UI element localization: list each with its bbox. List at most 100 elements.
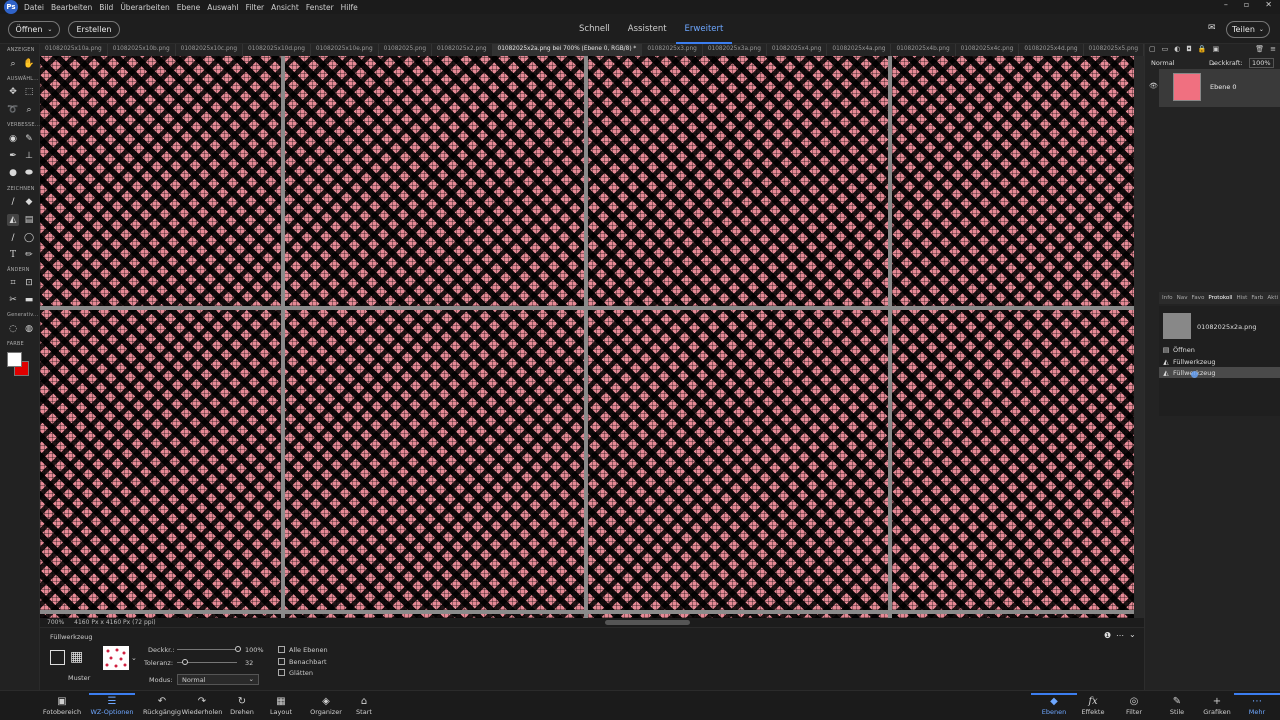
new-group-icon[interactable]: ▭ [1162, 45, 1169, 55]
spot-healing-icon[interactable]: ✎ [23, 133, 35, 145]
menu-filter[interactable]: Filter [246, 3, 265, 12]
clone-icon[interactable]: ✒ [7, 150, 19, 162]
doc-tab[interactable]: 01082025x2.png [432, 44, 493, 56]
doc-tab-active[interactable]: 01082025x2a.png bei 700% (Ebene 0, RGB/8… [492, 44, 643, 56]
blur-icon[interactable]: ● [7, 167, 19, 179]
opacity-value[interactable]: 100% [245, 646, 264, 654]
shape-icon[interactable]: ◯ [23, 232, 35, 244]
minimize-button[interactable]: – [1224, 0, 1228, 9]
home-button[interactable]: ⌂ Start [341, 695, 387, 716]
tab-guided[interactable]: Assistent [619, 14, 676, 44]
tab-expert[interactable]: Erweitert [675, 14, 733, 44]
doc-tab[interactable]: 01082025x10a.png [40, 44, 108, 56]
create-button[interactable]: Erstellen [68, 21, 120, 38]
doc-tab[interactable]: 01082025x10b.png [108, 44, 176, 56]
chevron-down-icon[interactable]: ⌄ [131, 654, 137, 662]
vertical-scrollbar[interactable] [1134, 56, 1144, 618]
sponge-icon[interactable]: ⬬ [23, 167, 35, 179]
eye-icon[interactable]: ◉ [7, 133, 19, 145]
menu-file[interactable]: Datei [24, 3, 44, 12]
hand-icon[interactable]: ✋ [23, 58, 35, 70]
menu-image[interactable]: Bild [99, 3, 113, 12]
horizontal-scrollbar[interactable] [605, 620, 690, 625]
mode-select[interactable]: Normal ⌄ [177, 674, 259, 685]
straighten-icon[interactable]: ▬ [23, 294, 35, 306]
doc-tab[interactable]: 01082025x10c.png [176, 44, 244, 56]
photo-bin-button[interactable]: ▣ Fotobereich [39, 695, 85, 716]
content-move-icon[interactable]: ✂ [7, 294, 19, 306]
history-step[interactable]: ▤ Öffnen [1159, 344, 1280, 355]
chevron-down-icon[interactable]: ⌄ [1129, 630, 1136, 639]
recompose-icon[interactable]: ⊡ [23, 277, 35, 289]
doc-tab[interactable]: 01082025x10d.png [243, 44, 311, 56]
contiguous-checkbox[interactable] [278, 658, 285, 665]
pattern-mode-icon[interactable]: ▦ [70, 650, 86, 665]
stamp-icon[interactable]: ⊥ [23, 150, 35, 162]
tab-history[interactable]: Protokoll [1208, 295, 1232, 301]
pencil-icon[interactable]: ✏ [23, 249, 35, 261]
history-step[interactable]: ◭ Füllwerkzeug [1159, 356, 1280, 367]
new-layer-icon[interactable]: ▢ [1149, 45, 1156, 55]
menu-edit[interactable]: Bearbeiten [51, 3, 92, 12]
layout-button[interactable]: ▦ Layout [258, 695, 304, 716]
tab-color[interactable]: Farb [1251, 295, 1263, 301]
brush-icon[interactable]: ∕ [7, 196, 19, 208]
blend-mode-select[interactable]: Normal ⌄ [1151, 59, 1216, 67]
crop-icon[interactable]: ⌗ [7, 277, 19, 289]
type-icon[interactable]: T [7, 249, 19, 261]
doc-tab[interactable]: 01082025x4.png [767, 44, 828, 56]
menu-help[interactable]: Hilfe [341, 3, 358, 12]
maximize-button[interactable]: ▫ [1244, 0, 1249, 9]
tab-actions[interactable]: Akti [1267, 295, 1278, 301]
snapshot-thumbnail[interactable] [1163, 313, 1191, 339]
gradient-icon[interactable]: ▤ [23, 214, 35, 226]
quick-select-icon[interactable]: ⌕ [23, 104, 35, 116]
doc-tab[interactable]: 01082025x4a.png [827, 44, 892, 56]
marquee-icon[interactable]: ⬚ [23, 86, 35, 98]
doc-tab[interactable]: 01082025x4d.png [1019, 44, 1084, 56]
menu-select[interactable]: Auswahl [207, 3, 238, 12]
tolerance-slider-handle[interactable] [182, 659, 188, 665]
generative-erase-icon[interactable]: ◍ [23, 323, 35, 335]
foreground-color-swatch[interactable] [7, 352, 22, 367]
zoom-icon[interactable]: ⌕ [7, 58, 19, 70]
lock-all-icon[interactable]: ▣ [1213, 45, 1220, 55]
trash-icon[interactable]: 🗑 [1255, 45, 1264, 55]
opacity-slider[interactable] [177, 649, 237, 650]
anti-alias-checkbox[interactable] [278, 669, 285, 676]
eyedropper-icon[interactable]: ∕ [7, 232, 19, 244]
close-button[interactable]: ✕ [1265, 0, 1272, 9]
all-layers-checkbox[interactable] [278, 646, 285, 653]
adjustment-layer-icon[interactable]: ◐ [1174, 45, 1180, 55]
lasso-icon[interactable]: ➰ [7, 104, 19, 116]
lock-icon[interactable]: 🔒 [1198, 45, 1207, 55]
menu-window[interactable]: Fenster [306, 3, 334, 12]
share-button[interactable]: Teilen ⌄ [1226, 21, 1270, 38]
layer-row[interactable]: Ebene 0 [1159, 69, 1280, 107]
tab-info[interactable]: Info [1162, 295, 1173, 301]
tool-options-button[interactable]: ☰ WZ-Optionen [89, 693, 135, 716]
filter-button[interactable]: ◎ Filter [1111, 695, 1157, 716]
tab-quick[interactable]: Schnell [570, 14, 619, 44]
menu-layer[interactable]: Ebene [177, 3, 200, 12]
message-icon[interactable]: ✉ [1208, 23, 1216, 33]
doc-tab[interactable]: 01082025x10e.png [311, 44, 379, 56]
tab-histogram[interactable]: Hist [1236, 295, 1247, 301]
help-icon[interactable]: ❶ [1104, 631, 1111, 640]
menu-enhance[interactable]: Überarbeiten [120, 3, 169, 12]
more-button[interactable]: ⋯ Mehr [1234, 693, 1280, 716]
more-options-icon[interactable]: ⋯ [1116, 631, 1124, 640]
opacity-slider-handle[interactable] [235, 646, 241, 652]
doc-tab[interactable]: 01082025x4b.png [891, 44, 956, 56]
tab-favorites[interactable]: Favo [1192, 295, 1205, 301]
doc-tab[interactable]: 01082025x3.png [642, 44, 703, 56]
doc-tab[interactable]: 01082025x4c.png [956, 44, 1020, 56]
layer-opacity-value[interactable]: 100% [1249, 58, 1274, 68]
menu-view[interactable]: Ansicht [271, 3, 299, 12]
eraser-icon[interactable]: ◆ [23, 196, 35, 208]
fill-color-mode-button[interactable] [50, 650, 65, 665]
pattern-swatch[interactable] [103, 646, 129, 670]
doc-tab[interactable]: 01082025x5.png [1084, 44, 1144, 56]
doc-tab[interactable]: 01082025x3a.png [703, 44, 767, 56]
move-icon[interactable]: ✥ [7, 86, 19, 98]
